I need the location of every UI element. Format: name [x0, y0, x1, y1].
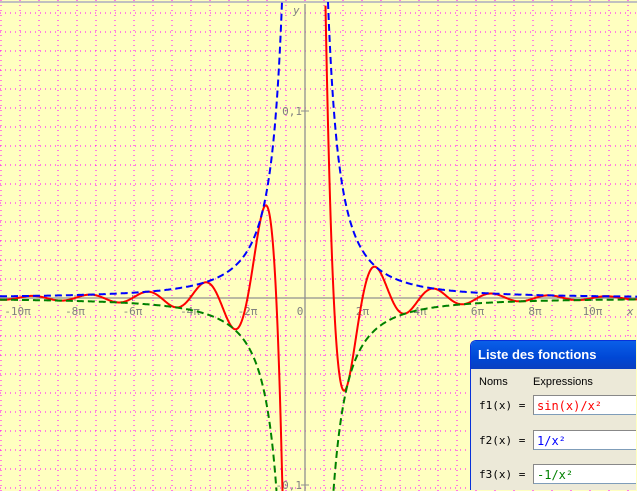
- y-tick-label: 0,1: [282, 105, 302, 118]
- x-tick-label: 2π: [356, 305, 370, 318]
- f3-expression-input[interactable]: -1/x²: [533, 464, 636, 484]
- f2-label: f2(x) =: [479, 434, 526, 447]
- x-tick-label: -8π: [65, 305, 85, 318]
- names-header: Noms: [479, 376, 508, 388]
- x-tick-label: 10π: [583, 305, 603, 318]
- y-axis-label: y: [292, 4, 300, 17]
- x-tick-label: -10π: [4, 305, 31, 318]
- f1-label: f1(x) =: [479, 399, 526, 412]
- x-tick-label: 0: [297, 305, 304, 318]
- x-axis-label: x: [626, 305, 634, 318]
- function-list-dialog: Liste des fonctions Noms Expressions f1(…: [470, 340, 636, 490]
- f2-expression-input[interactable]: 1/x²: [533, 430, 636, 450]
- x-tick-label: 8π: [528, 305, 542, 318]
- f1-expression-input[interactable]: sin(x)/x²: [533, 395, 636, 415]
- x-tick-label: -2π: [238, 305, 258, 318]
- expressions-header: Expressions: [533, 376, 593, 388]
- y-tick-label: -0,1: [276, 479, 303, 491]
- x-tick-label: 6π: [471, 305, 485, 318]
- f3-label: f3(x) =: [479, 468, 526, 481]
- series-f2-curve: [0, 0, 637, 298]
- x-tick-label: -6π: [123, 305, 143, 318]
- dialog-title[interactable]: Liste des fonctions: [471, 341, 636, 369]
